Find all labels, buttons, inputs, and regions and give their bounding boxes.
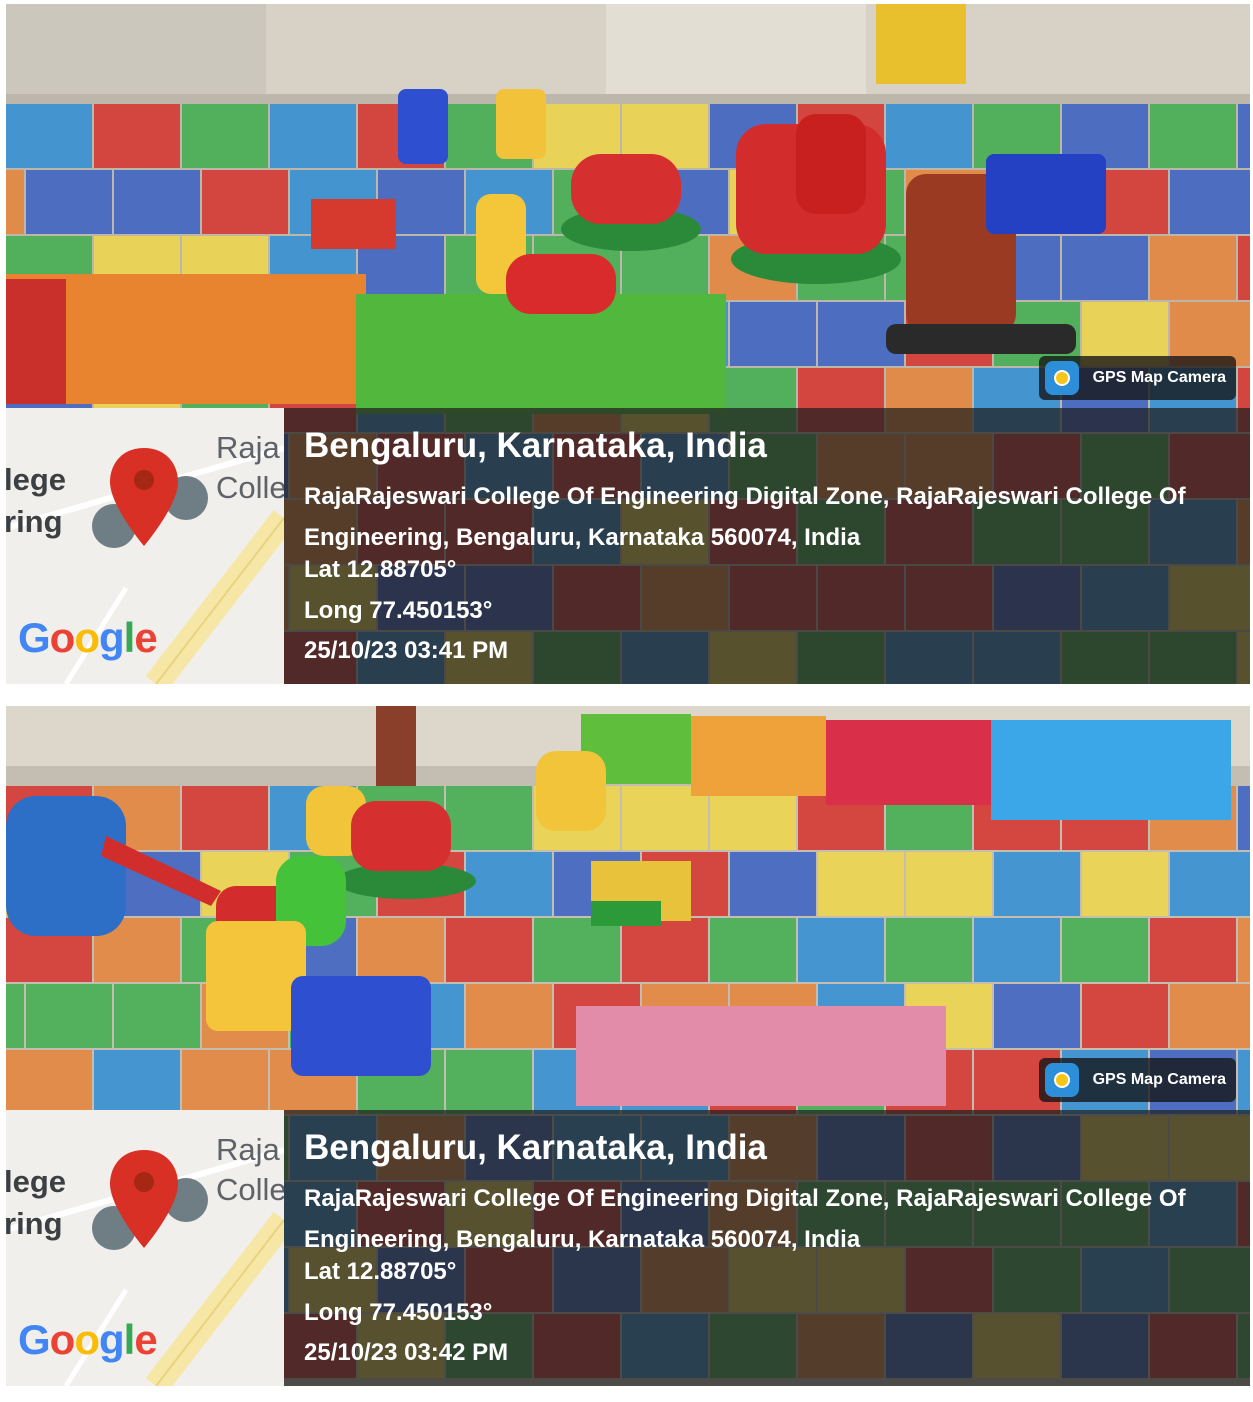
mat-tile <box>446 918 532 982</box>
location-address: RajaRajeswari College Of Engineering Dig… <box>304 483 1186 551</box>
mat-tile <box>1238 236 1250 300</box>
mat-tile <box>94 104 180 168</box>
geotagged-photo-1: lege ring Raja Colle Google GPS Map Came… <box>6 4 1250 684</box>
mat-tile <box>1238 786 1250 850</box>
badge-label: GPS Map Camera <box>1092 369 1226 386</box>
mat-tile <box>358 918 444 982</box>
mat-tile <box>26 170 112 234</box>
mat-tile <box>114 984 200 1048</box>
mat-tile <box>1150 236 1236 300</box>
mat-tile <box>710 918 796 982</box>
badge-label: GPS Map Camera <box>1092 1071 1226 1088</box>
map-label: Raja <box>216 430 280 465</box>
mat-tile <box>994 984 1080 1048</box>
mat-tile <box>6 170 24 234</box>
timestamp: 25/10/23 03:42 PM <box>304 1339 509 1366</box>
mat-tile <box>6 984 24 1048</box>
mat-tile <box>466 852 552 916</box>
map-label: lege <box>6 462 67 497</box>
gps-camera-app-icon <box>1044 1063 1079 1097</box>
mat-tile <box>1150 104 1236 168</box>
mat-tile <box>818 852 904 916</box>
mat-tile <box>906 852 992 916</box>
mat-tile <box>886 918 972 982</box>
mat-tile <box>886 104 972 168</box>
location-address: RajaRajeswari College Of Engineering Dig… <box>304 1185 1186 1253</box>
map-label: Colle <box>216 470 284 505</box>
map-thumbnail: lege ring Raja Colle Google <box>6 408 284 684</box>
gps-map-camera-badge: GPS Map Camera <box>1038 1058 1236 1102</box>
mat-tile <box>182 1050 268 1114</box>
mat-tile <box>202 170 288 234</box>
mat-tile <box>26 984 112 1048</box>
mat-tile <box>974 918 1060 982</box>
geotagged-photo-2: lege ring Raja Colle Google GPS Map Came… <box>6 706 1250 1386</box>
mat-tile <box>94 1050 180 1114</box>
mat-tile <box>1238 104 1250 168</box>
mat-tile <box>6 104 92 168</box>
mat-tile <box>114 170 200 234</box>
map-label: ring <box>6 504 63 539</box>
map-label: Colle <box>216 1172 284 1207</box>
location-info-panel: Bengaluru, Karnataka, India RajaRajeswar… <box>284 408 1250 684</box>
mat-tile <box>182 104 268 168</box>
mat-tile <box>446 1050 532 1114</box>
map-thumbnail: lege ring Raja Colle Google <box>6 1110 284 1386</box>
mat-tile <box>182 786 268 850</box>
map-label: lege <box>6 1164 67 1199</box>
mat-tile <box>1082 852 1168 916</box>
mat-tile <box>1170 852 1250 916</box>
mat-tile <box>1238 1050 1250 1114</box>
mat-tile <box>1170 170 1250 234</box>
longitude: Long 77.450153° <box>304 1299 493 1326</box>
latitude: Lat 12.88705° <box>304 556 457 583</box>
mat-tile <box>270 104 356 168</box>
google-logo: Google <box>18 1316 158 1363</box>
mat-tile <box>1150 918 1236 982</box>
google-logo: Google <box>18 614 158 661</box>
mat-tile <box>1062 236 1148 300</box>
latitude: Lat 12.88705° <box>304 1258 457 1285</box>
gps-map-camera-badge: GPS Map Camera <box>1038 356 1236 400</box>
mat-tile <box>6 1050 92 1114</box>
timestamp: 25/10/23 03:41 PM <box>304 637 509 664</box>
mat-tile <box>1170 984 1250 1048</box>
mat-tile <box>466 984 552 1048</box>
mat-tile <box>994 852 1080 916</box>
location-city: Bengaluru, Karnataka, India <box>304 1128 767 1167</box>
location-city: Bengaluru, Karnataka, India <box>304 426 767 465</box>
mat-tile <box>1238 918 1250 982</box>
mat-tile <box>1082 984 1168 1048</box>
location-info-panel: Bengaluru, Karnataka, India RajaRajeswar… <box>284 1110 1250 1386</box>
longitude: Long 77.450153° <box>304 597 493 624</box>
mat-tile <box>534 918 620 982</box>
mat-tile <box>446 786 532 850</box>
mat-tile <box>798 918 884 982</box>
map-label: Raja <box>216 1132 280 1167</box>
mat-tile <box>622 918 708 982</box>
mat-tile <box>730 302 816 366</box>
mat-tile <box>730 852 816 916</box>
mat-tile <box>1062 918 1148 982</box>
gps-camera-app-icon <box>1044 361 1079 395</box>
toy-fence <box>6 274 726 414</box>
map-label: ring <box>6 1206 63 1241</box>
